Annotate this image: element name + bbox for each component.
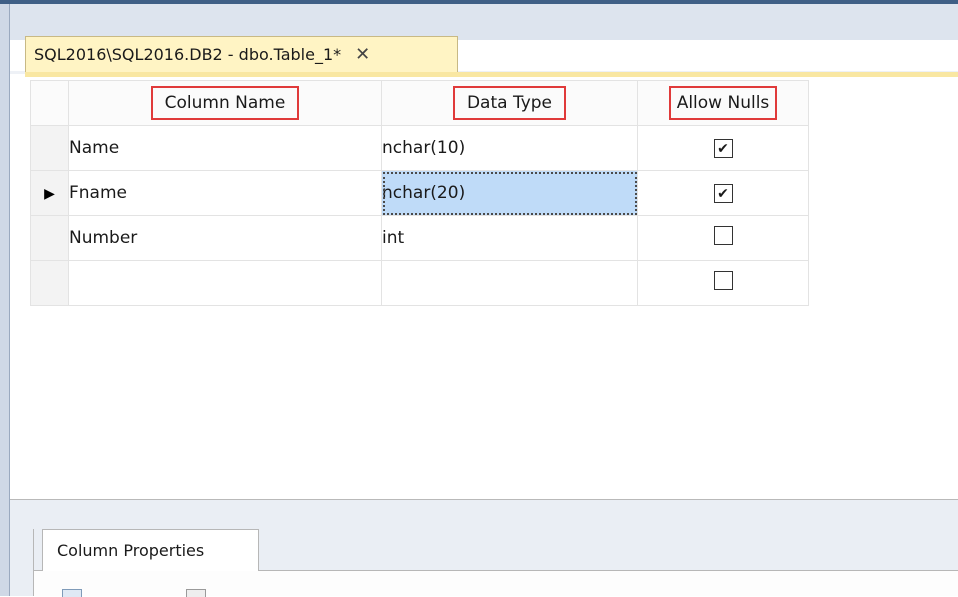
column-name-header-label: Column Name bbox=[150, 86, 300, 120]
row-selector[interactable]: ▶ bbox=[30, 170, 69, 216]
allow-nulls-cell[interactable]: ✔ bbox=[637, 170, 809, 216]
row-selector[interactable] bbox=[30, 260, 69, 306]
allow-nulls-header-label: Allow Nulls bbox=[668, 86, 778, 120]
column-name-cell[interactable]: Number bbox=[68, 215, 382, 261]
close-icon[interactable]: ✕ bbox=[355, 44, 370, 65]
table-designer-grid: Column Name Data Type Allow Nulls Name n… bbox=[30, 80, 809, 306]
data-type-header[interactable]: Data Type bbox=[381, 80, 638, 126]
allow-nulls-checkbox[interactable]: ✔ bbox=[713, 139, 733, 159]
column-name-cell[interactable]: Fname bbox=[68, 170, 382, 216]
data-type-cell[interactable]: int bbox=[381, 215, 638, 261]
active-tab-accent-bar bbox=[25, 72, 958, 77]
allow-nulls-cell[interactable] bbox=[637, 215, 809, 261]
table-row: Number int bbox=[30, 215, 809, 261]
alphabetical-icon[interactable] bbox=[104, 589, 118, 596]
column-properties-body bbox=[33, 571, 958, 596]
current-row-arrow-icon: ▶ bbox=[44, 186, 55, 202]
properties-tab-edge bbox=[33, 529, 42, 571]
document-tabstrip bbox=[10, 4, 958, 40]
table-row bbox=[30, 260, 809, 306]
data-type-cell[interactable]: nchar(10) bbox=[381, 125, 638, 171]
table-row: Name nchar(10) ✔ bbox=[30, 125, 809, 171]
allow-nulls-header[interactable]: Allow Nulls bbox=[637, 80, 809, 126]
data-type-header-label: Data Type bbox=[452, 86, 567, 120]
allow-nulls-cell[interactable]: ✔ bbox=[637, 125, 809, 171]
allow-nulls-cell[interactable] bbox=[637, 260, 809, 306]
allow-nulls-checkbox[interactable] bbox=[713, 226, 733, 245]
allow-nulls-checkbox[interactable] bbox=[713, 271, 733, 290]
allow-nulls-checkbox[interactable]: ✔ bbox=[713, 184, 733, 204]
left-dock-edge bbox=[0, 4, 10, 596]
column-name-cell[interactable]: Name bbox=[68, 125, 382, 171]
row-selector-header[interactable] bbox=[30, 80, 69, 126]
data-type-cell[interactable]: nchar(20) bbox=[381, 170, 638, 216]
row-selector[interactable] bbox=[30, 215, 69, 261]
column-name-cell[interactable] bbox=[68, 260, 382, 306]
document-tab-title: SQL2016\SQL2016.DB2 - dbo.Table_1* bbox=[34, 45, 342, 64]
column-name-header[interactable]: Column Name bbox=[68, 80, 382, 126]
tab-column-properties[interactable]: Column Properties bbox=[42, 529, 259, 571]
tab-column-properties-label: Column Properties bbox=[57, 541, 205, 560]
row-selector[interactable] bbox=[30, 125, 69, 171]
table-row: ▶ Fname nchar(20) ✔ bbox=[30, 170, 809, 216]
grid-header-row: Column Name Data Type Allow Nulls bbox=[30, 80, 809, 126]
data-type-cell[interactable] bbox=[381, 260, 638, 306]
document-tab[interactable]: SQL2016\SQL2016.DB2 - dbo.Table_1* ✕ bbox=[25, 36, 458, 72]
